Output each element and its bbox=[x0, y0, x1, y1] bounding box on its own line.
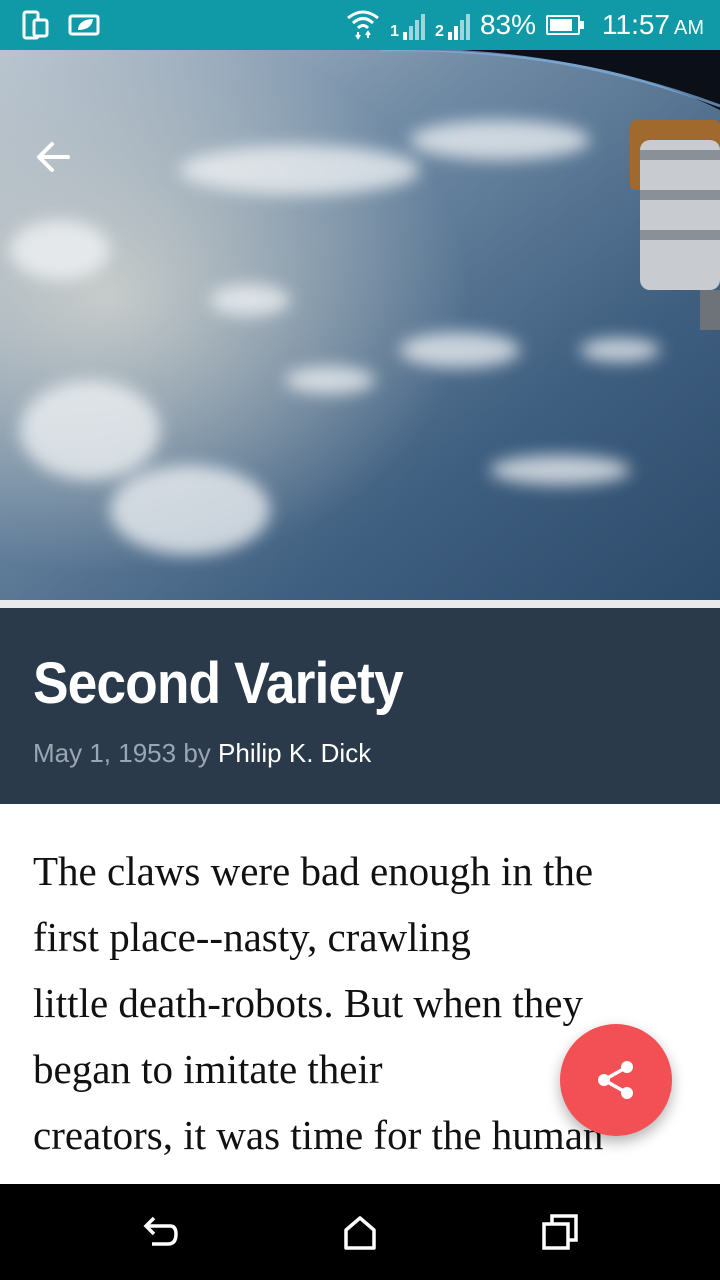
hero-divider bbox=[0, 600, 720, 608]
byline-by: by bbox=[183, 738, 211, 768]
share-icon bbox=[598, 1061, 633, 1099]
hero-image bbox=[0, 50, 720, 600]
leaf-icon bbox=[68, 10, 102, 45]
nav-home-button[interactable] bbox=[340, 1212, 380, 1252]
status-bar: 1 2 83% 11:57 AM bbox=[0, 0, 720, 50]
page-title: Second Variety bbox=[33, 651, 404, 716]
nav-back-button[interactable] bbox=[140, 1212, 180, 1252]
back-button[interactable] bbox=[32, 136, 82, 178]
battery-percent: 83% bbox=[479, 9, 536, 40]
clock-time: 11:57 bbox=[602, 9, 670, 40]
wifi-icon bbox=[346, 6, 380, 45]
clock: 11:57 AM bbox=[602, 9, 704, 41]
home-icon bbox=[344, 1216, 376, 1250]
share-button[interactable] bbox=[560, 1024, 672, 1136]
publish-date: May 1, 1953 bbox=[33, 738, 177, 768]
battery-icon bbox=[546, 15, 584, 35]
author-name[interactable]: Philip K. Dick bbox=[218, 738, 371, 768]
phone-tablet-icon bbox=[22, 10, 50, 45]
arrow-left-icon bbox=[37, 142, 70, 172]
back-icon bbox=[143, 1216, 178, 1246]
byline: May 1, 1953 by Philip K. Dick bbox=[33, 738, 371, 769]
signal-sim2-icon: 2 bbox=[435, 10, 470, 40]
signal-sim1-icon: 1 bbox=[390, 10, 426, 40]
article-line: little death-robots. But when they bbox=[33, 980, 583, 1026]
nav-bar bbox=[0, 1184, 720, 1280]
article-line: first place--nasty, crawling bbox=[33, 914, 471, 960]
article-line: The claws were bad enough in the bbox=[33, 848, 594, 894]
clock-ampm: AM bbox=[674, 17, 704, 39]
nav-recents-button[interactable] bbox=[540, 1212, 580, 1252]
recents-icon bbox=[542, 1214, 578, 1250]
